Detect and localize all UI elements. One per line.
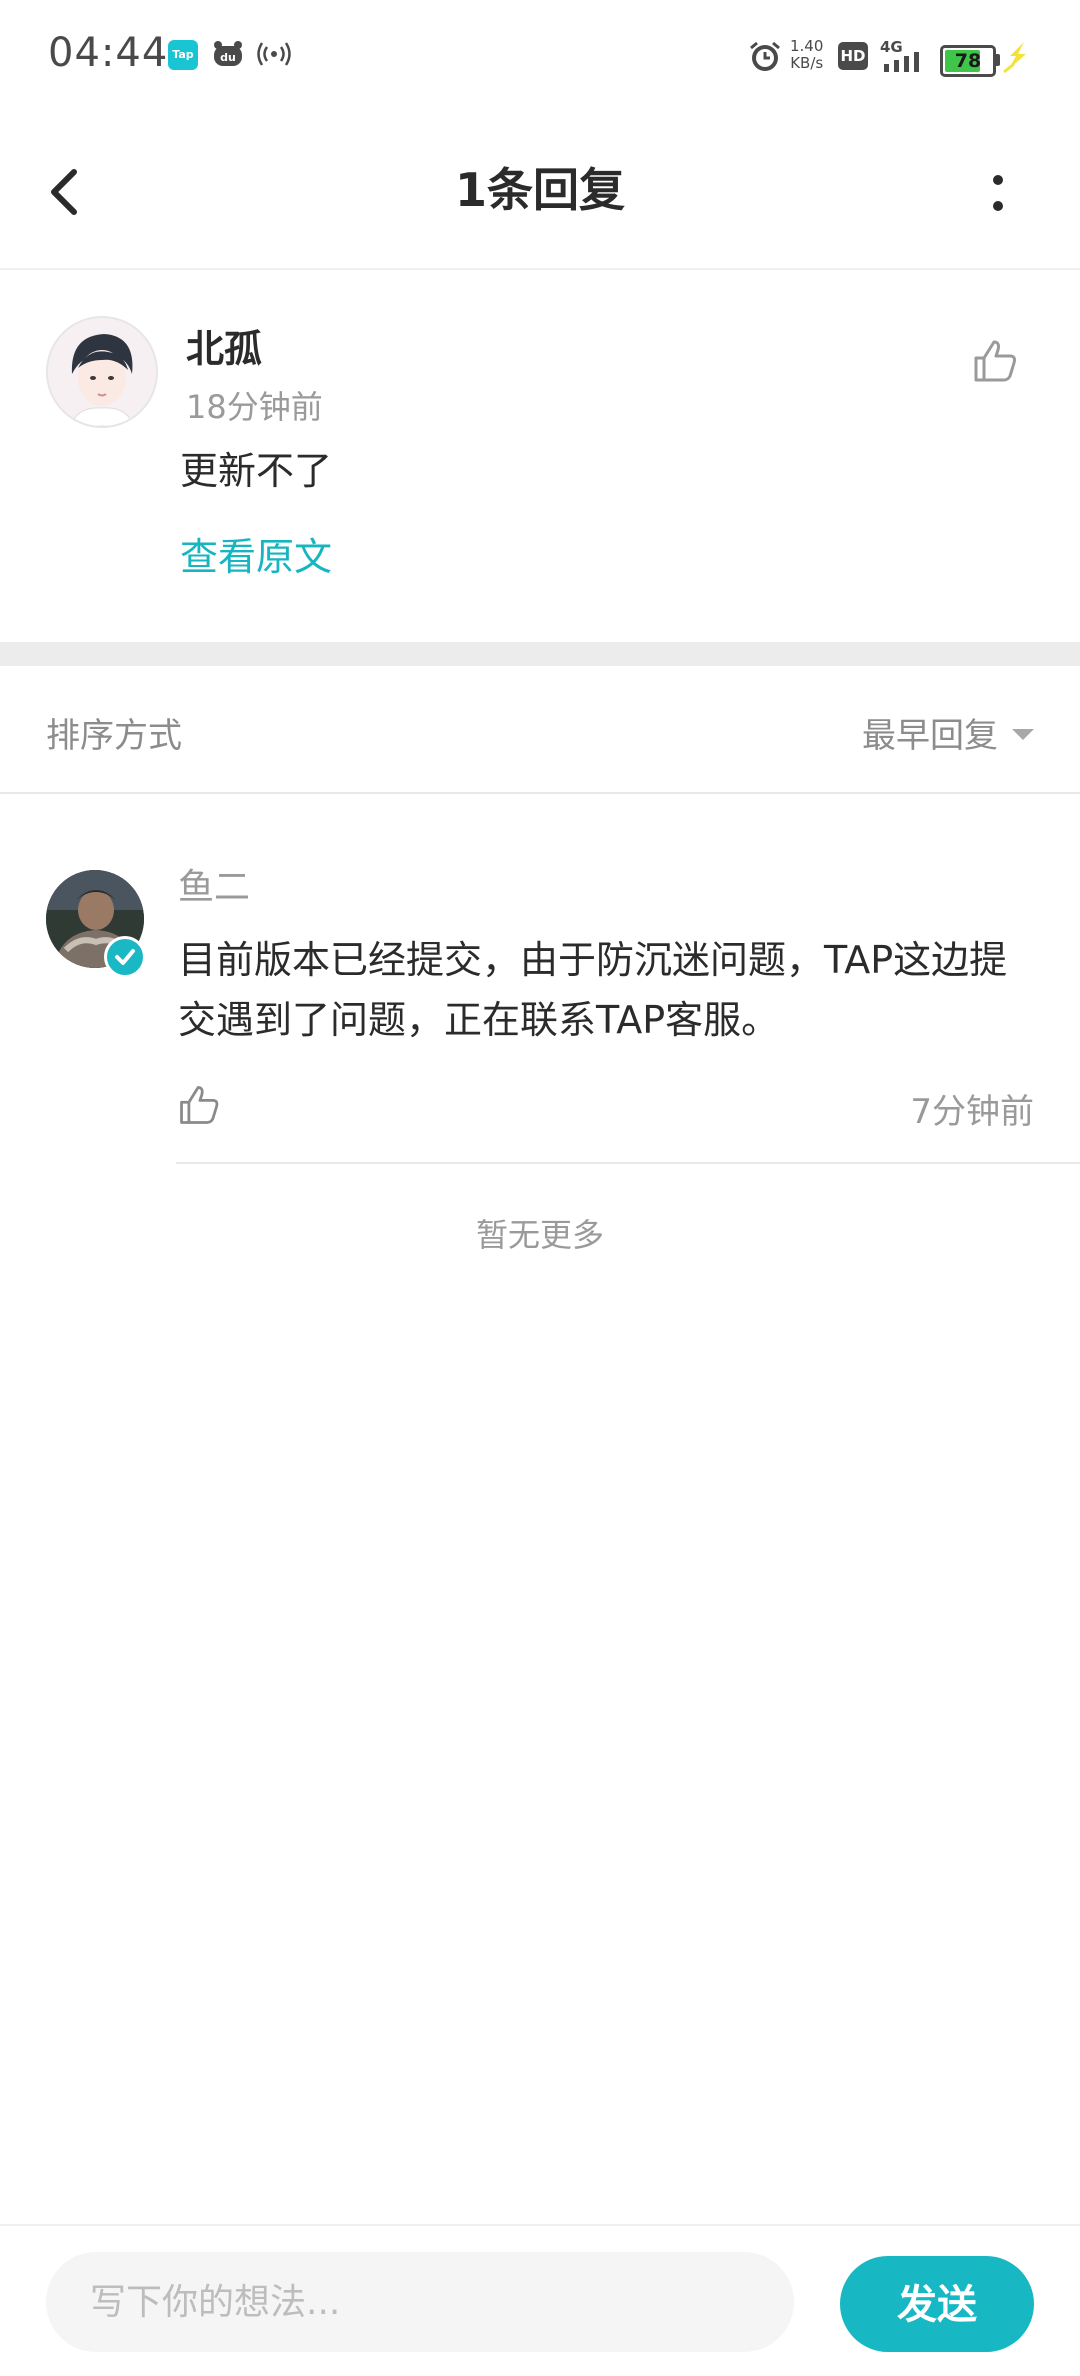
reply-time: 7分钟前 (910, 1092, 1034, 1132)
alarm-icon (750, 41, 780, 71)
page-title: 1条回复 (454, 163, 625, 217)
status-time: 04:44 (48, 30, 169, 76)
send-button[interactable]: 发送 (840, 2256, 1034, 2352)
status-bar: 04:44 Tap du 1.40 KB/s HD 4G 78 (0, 0, 1080, 118)
reply-composer: 发送 (0, 2224, 1080, 2376)
network-type-label: 4G (880, 38, 903, 56)
sort-bar: 排序方式 最早回复 (0, 666, 1080, 794)
view-original-link[interactable]: 查看原文 (180, 526, 332, 581)
top-navigation-bar: 1条回复 (0, 118, 1080, 270)
sort-selected-value: 最早回复 (862, 716, 998, 756)
comment-time: 18分钟前 (186, 388, 323, 426)
reply-content: 目前版本已经提交，由于防沉迷问题，TAP这边提交遇到了问题，正在联系TAP客服。 (178, 938, 1008, 1042)
svg-text:du: du (220, 51, 236, 64)
original-comment: 北孤 18分钟前 更新不了 查看原文 (0, 270, 1080, 642)
user-avatar[interactable] (46, 316, 158, 428)
verified-badge-icon (104, 936, 146, 978)
comment-content: 更新不了 (180, 449, 333, 493)
thumbs-up-icon[interactable] (970, 336, 1020, 386)
comment-reply-page: 04:44 Tap du 1.40 KB/s HD 4G 78 1条回复 北孤 … (0, 0, 1080, 2376)
signal-icon: 4G (880, 38, 919, 72)
avatar-illustration (48, 318, 156, 426)
reply-author[interactable]: 鱼二 (178, 858, 250, 910)
network-speed-unit: KB/s (790, 54, 824, 72)
dropdown-arrow-icon (1012, 729, 1034, 740)
reply-thumbs-up-icon[interactable] (176, 1082, 222, 1128)
no-more-text: 暂无更多 (475, 1216, 604, 1254)
hd-icon: HD (838, 42, 868, 70)
sort-label: 排序方式 (46, 716, 182, 756)
battery-cap (996, 54, 1000, 66)
network-speed: 1.40 KB/s (790, 38, 823, 72)
reply-item: 鱼二 目前版本已经提交，由于防沉迷问题，TAP这边提交遇到了问题，正在联系TAP… (0, 794, 1080, 1164)
battery-icon: 78 (940, 45, 996, 77)
network-speed-value: 1.40 (790, 37, 824, 55)
sort-dropdown[interactable]: 最早回复 (862, 708, 1034, 757)
comment-author[interactable]: 北孤 (186, 318, 262, 373)
tap-app-icon: Tap (168, 40, 198, 70)
radio-signal-icon (257, 42, 291, 66)
reply-input[interactable] (46, 2252, 794, 2352)
charging-bolt-icon (1003, 42, 1026, 74)
more-vertical-icon[interactable] (978, 158, 1018, 228)
section-divider (0, 642, 1080, 666)
reply-divider (176, 1162, 1080, 1164)
du-app-icon: du (214, 41, 242, 66)
battery-level: 78 (954, 50, 982, 72)
